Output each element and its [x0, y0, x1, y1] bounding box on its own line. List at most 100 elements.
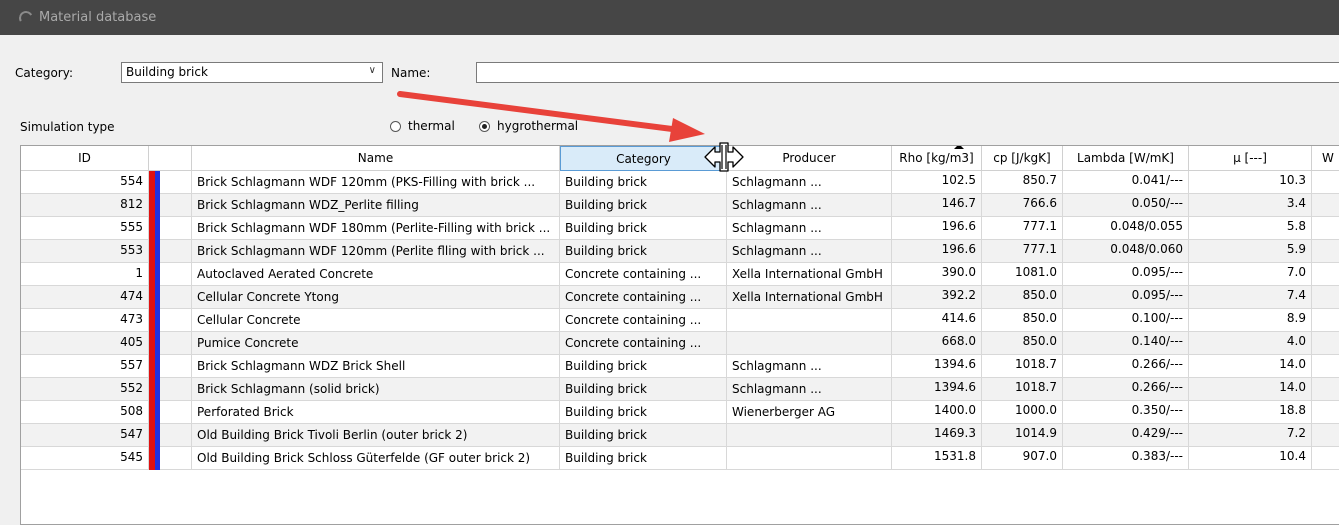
- cell-name: Brick Schlagmann WDZ Brick Shell: [192, 355, 560, 378]
- cell-name: Brick Schlagmann WDZ_Perlite filling: [192, 194, 560, 217]
- cell-lambda: 0.048/0.060: [1063, 240, 1189, 263]
- cell-mu: 5.8: [1189, 217, 1312, 240]
- table-row[interactable]: 554 Brick Schlagmann WDF 120mm (PKS-Filli…: [21, 171, 1339, 194]
- cell-category: Building brick: [560, 194, 727, 217]
- table-row[interactable]: 557 Brick Schlagmann WDZ Brick Shell Build…: [21, 355, 1339, 378]
- material-color-swatch: [149, 355, 160, 378]
- cell-producer: Schlagmann ...: [727, 217, 892, 240]
- cell-cp: 766.6: [982, 194, 1063, 217]
- table-row[interactable]: 812 Brick Schlagmann WDZ_Perlite filling B…: [21, 194, 1339, 217]
- cell-category: Building brick: [560, 240, 727, 263]
- cell-id: 1: [21, 263, 149, 286]
- cell-name: Pumice Concrete: [192, 332, 560, 355]
- column-resize-cursor-icon: [704, 142, 744, 172]
- column-header-producer[interactable]: Producer: [727, 146, 892, 171]
- material-color-swatch: [149, 309, 160, 332]
- cell-lambda: 0.048/0.055: [1063, 217, 1189, 240]
- cell-producer: [727, 332, 892, 355]
- cell-cp: 1018.7: [982, 355, 1063, 378]
- cell-cp: 850.7: [982, 171, 1063, 194]
- column-header-lambda[interactable]: Lambda [W/mK]: [1063, 146, 1189, 171]
- simulation-type-label: Simulation type: [20, 120, 115, 134]
- thermal-radio-label: thermal: [408, 119, 455, 133]
- cell-rho: 102.5: [892, 171, 982, 194]
- cell-category: Building brick: [560, 401, 727, 424]
- cell-cp: 850.0: [982, 332, 1063, 355]
- cell-category: Building brick: [560, 378, 727, 401]
- column-header-cp[interactable]: cp [J/kgK]: [982, 146, 1063, 171]
- cell-mu: 7.2: [1189, 424, 1312, 447]
- title-bar: Material database: [0, 0, 1339, 35]
- cell-mu: 7.4: [1189, 286, 1312, 309]
- cell-name: Perforated Brick: [192, 401, 560, 424]
- column-header-w[interactable]: W: [1312, 146, 1339, 171]
- table-row[interactable]: 552 Brick Schlagmann (solid brick) Buildin…: [21, 378, 1339, 401]
- cell-lambda: 0.100/---: [1063, 309, 1189, 332]
- cell-rho: 1394.6: [892, 378, 982, 401]
- name-search-input[interactable]: [476, 62, 1339, 83]
- cell-id: 547: [21, 424, 149, 447]
- cell-w: [1312, 217, 1339, 240]
- sort-ascending-icon: [954, 146, 964, 149]
- column-header-id[interactable]: ID: [21, 146, 149, 171]
- category-dropdown[interactable]: Building brick ∨: [121, 62, 383, 83]
- cell-mu: 8.9: [1189, 309, 1312, 332]
- cell-rho: 390.0: [892, 263, 982, 286]
- table-row[interactable]: 555 Brick Schlagmann WDF 180mm (Perlite-F…: [21, 217, 1339, 240]
- cell-rho: 1394.6: [892, 355, 982, 378]
- table-row[interactable]: 545 Old Building Brick Schloss Güterfelde…: [21, 447, 1339, 470]
- cell-cp: 1000.0: [982, 401, 1063, 424]
- cell-w: [1312, 378, 1339, 401]
- hygrothermal-radio-label: hygrothermal: [497, 119, 579, 133]
- table-row[interactable]: 405 Pumice Concrete Concrete containing ..…: [21, 332, 1339, 355]
- cell-producer: Schlagmann ...: [727, 194, 892, 217]
- cell-mu: 10.3: [1189, 171, 1312, 194]
- cell-cp: 777.1: [982, 240, 1063, 263]
- cell-id: 545: [21, 447, 149, 470]
- cell-producer: Schlagmann ...: [727, 240, 892, 263]
- cell-w: [1312, 171, 1339, 194]
- window-title: Material database: [39, 10, 157, 25]
- material-color-swatch: [149, 240, 160, 263]
- column-header-rho[interactable]: Rho [kg/m3]: [892, 146, 982, 171]
- cell-rho: 668.0: [892, 332, 982, 355]
- cell-name: Brick Schlagmann (solid brick): [192, 378, 560, 401]
- column-header-mu[interactable]: µ [---]: [1189, 146, 1312, 171]
- annotation-arrow-head: [669, 118, 705, 142]
- cell-producer: Schlagmann ...: [727, 171, 892, 194]
- cell-name: Brick Schlagmann WDF 180mm (Perlite-Fill…: [192, 217, 560, 240]
- material-color-swatch: [149, 217, 160, 240]
- cell-category: Concrete containing ...: [560, 309, 727, 332]
- cell-lambda: 0.095/---: [1063, 263, 1189, 286]
- table-row[interactable]: 1 Autoclaved Aerated Concrete Concrete con…: [21, 263, 1339, 286]
- column-header-color[interactable]: [149, 146, 192, 171]
- hygrothermal-radio[interactable]: [479, 121, 490, 132]
- cell-category: Building brick: [560, 217, 727, 240]
- table-row[interactable]: 474 Cellular Concrete Ytong Concrete conta…: [21, 286, 1339, 309]
- cell-category: Building brick: [560, 424, 727, 447]
- table-row[interactable]: 508 Perforated Brick Building brick Wienerb…: [21, 401, 1339, 424]
- material-color-swatch: [149, 194, 160, 217]
- cell-id: 552: [21, 378, 149, 401]
- cell-lambda: 0.140/---: [1063, 332, 1189, 355]
- material-color-swatch: [149, 286, 160, 309]
- material-color-swatch: [149, 263, 160, 286]
- table-row[interactable]: 553 Brick Schlagmann WDF 120mm (Perlite f…: [21, 240, 1339, 263]
- cell-name: Old Building Brick Schloss Güterfelde (G…: [192, 447, 560, 470]
- table-row[interactable]: 547 Old Building Brick Tivoli Berlin (out…: [21, 424, 1339, 447]
- cell-cp: 850.0: [982, 286, 1063, 309]
- column-header-name[interactable]: Name: [192, 146, 560, 171]
- cell-cp: 1081.0: [982, 263, 1063, 286]
- name-label: Name:: [391, 66, 431, 80]
- table-row[interactable]: 473 Cellular Concrete Concrete containing …: [21, 309, 1339, 332]
- thermal-radio[interactable]: [390, 121, 401, 132]
- cell-id: 508: [21, 401, 149, 424]
- cell-cp: 907.0: [982, 447, 1063, 470]
- app-icon: [17, 8, 35, 27]
- material-color-swatch: [149, 171, 160, 194]
- cell-category: Concrete containing ...: [560, 286, 727, 309]
- cell-producer: Schlagmann ...: [727, 355, 892, 378]
- cell-id: 555: [21, 217, 149, 240]
- cell-w: [1312, 240, 1339, 263]
- cell-name: Brick Schlagmann WDF 120mm (Perlite flli…: [192, 240, 560, 263]
